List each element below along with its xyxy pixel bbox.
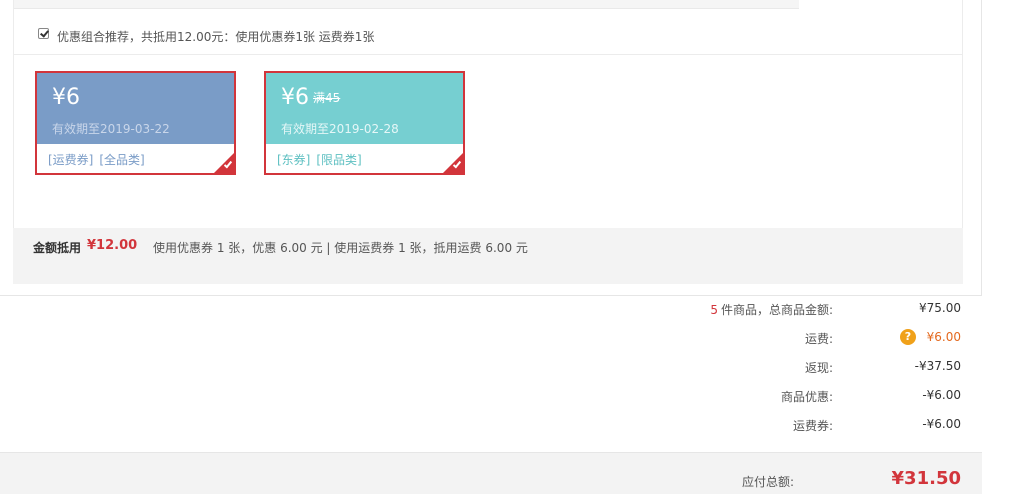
goods-total-row: 5 件商品，总商品金额: ¥75.00	[0, 301, 1021, 321]
summary-label: 金额抵用	[33, 241, 82, 255]
summary-detail: 使用优惠券 1 张，优惠 6.00 元 | 使用运费券 1 张，抵用运费 6.0…	[153, 241, 528, 255]
coupon-scope-tag: [限品类]	[316, 153, 362, 167]
shipping-row: 运费: ? ¥6.00	[0, 329, 1021, 350]
coupon-tags: [东券] [限品类]	[277, 151, 368, 168]
coupon-card-shipping[interactable]: ¥6 有效期至2019-03-22 [运费券] [全品类]	[35, 71, 236, 175]
coupon-scope-tag: [全品类]	[99, 153, 145, 167]
divider	[14, 54, 962, 55]
coupon-condition: 满45	[313, 91, 341, 105]
order-checkout-page: 优惠组合推荐，共抵用12.00元：使用优惠券1张 运费券1张 ¥6 有效期至20…	[0, 0, 1021, 494]
outer-border	[981, 0, 982, 296]
discount-label: 商品优惠:	[780, 390, 833, 404]
coupon-tags: [运费券] [全品类]	[48, 151, 151, 168]
outer-border	[0, 295, 982, 296]
goods-total-label: 5 件商品，总商品金额:	[710, 303, 833, 317]
payable-value: ¥31.50	[891, 468, 961, 489]
shipping-value: ¥6.00	[926, 330, 961, 344]
coupon-face: ¥6 满45 有效期至2019-02-28	[266, 73, 463, 144]
cashback-row: 返现: -¥37.50	[0, 359, 1021, 379]
cashback-value: -¥37.50	[914, 359, 961, 373]
payable-bar: 应付总额: ¥31.50	[0, 452, 982, 494]
cashback-label: 返现:	[804, 361, 833, 375]
coupon-validity: 有效期至2019-03-22	[52, 122, 170, 136]
coupon-amount: ¥6	[52, 85, 80, 110]
summary-amount: ¥12.00	[87, 238, 138, 253]
coupon-amount: ¥6 满45	[281, 85, 341, 110]
coupon-face: ¥6 有效期至2019-03-22	[37, 73, 234, 144]
discount-row: 商品优惠: -¥6.00	[0, 388, 1021, 408]
top-strip	[14, 0, 799, 9]
goods-total-value: ¥75.00	[919, 301, 961, 315]
shipping-coupon-label: 运费券:	[792, 419, 833, 433]
discount-summary-bar: 金额抵用 ¥12.00 使用优惠券 1 张，优惠 6.00 元 | 使用运费券 …	[13, 228, 963, 284]
goods-count: 5	[710, 303, 718, 317]
combo-recommendation[interactable]: 优惠组合推荐，共抵用12.00元：使用优惠券1张 运费券1张	[38, 26, 374, 46]
shipping-label: 运费:	[804, 332, 833, 346]
shipping-coupon-value: -¥6.00	[922, 417, 961, 431]
help-icon[interactable]: ?	[900, 329, 916, 345]
coupon-card-jd[interactable]: ¥6 满45 有效期至2019-02-28 [东券] [限品类]	[264, 71, 465, 175]
payable-label: 应付总额:	[741, 475, 794, 489]
combo-checkbox[interactable]	[38, 27, 49, 39]
coupon-type-tag: [东券]	[277, 153, 311, 167]
shipping-coupon-row: 运费券: -¥6.00	[0, 417, 1021, 437]
discount-value: -¥6.00	[922, 388, 961, 402]
coupon-validity: 有效期至2019-02-28	[281, 122, 399, 136]
coupon-type-tag: [运费券]	[48, 153, 94, 167]
combo-text: 优惠组合推荐，共抵用12.00元：使用优惠券1张 运费券1张	[57, 29, 375, 44]
